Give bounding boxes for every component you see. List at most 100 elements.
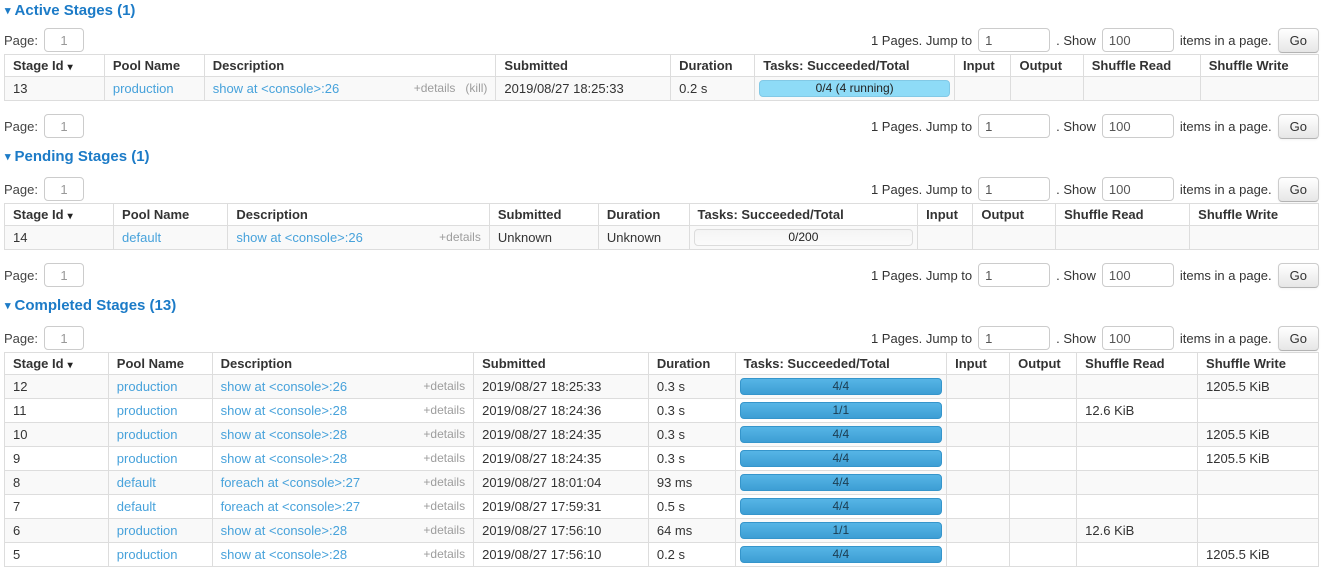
column-header-tasks-succeeded-total[interactable]: Tasks: Succeeded/Total <box>755 55 955 77</box>
column-header-pool-name[interactable]: Pool Name <box>108 353 212 375</box>
column-header-shuffle-read[interactable]: Shuffle Read <box>1077 353 1198 375</box>
description-link[interactable]: show at <console>:26 <box>221 379 347 394</box>
description-link[interactable]: show at <console>:28 <box>221 547 347 562</box>
column-header-tasks-succeeded-total[interactable]: Tasks: Succeeded/Total <box>689 204 918 226</box>
column-header-input[interactable]: Input <box>954 55 1011 77</box>
page-number-input[interactable] <box>44 177 84 201</box>
page-number-input[interactable] <box>44 28 84 52</box>
column-header-description[interactable]: Description <box>228 204 489 226</box>
column-header-pool-name[interactable]: Pool Name <box>104 55 204 77</box>
details-link[interactable]: +details <box>414 81 456 95</box>
header-row: Stage Id▾Pool NameDescriptionSubmittedDu… <box>5 55 1319 77</box>
input-cell <box>947 543 1010 567</box>
section-heading-completed-stages[interactable]: ▾ Completed Stages (13) <box>5 298 1319 314</box>
column-header-submitted[interactable]: Submitted <box>496 55 671 77</box>
column-header-tasks-succeeded-total[interactable]: Tasks: Succeeded/Total <box>735 353 947 375</box>
page-size-input[interactable] <box>1102 326 1174 350</box>
jump-to-page-input[interactable] <box>978 114 1050 138</box>
page-number-input[interactable] <box>44 326 84 350</box>
details-link[interactable]: +details <box>423 547 465 561</box>
page-number-input[interactable] <box>44 114 84 138</box>
column-header-stage-id[interactable]: Stage Id▾ <box>5 353 109 375</box>
go-button[interactable]: Go <box>1278 326 1319 351</box>
active-stages-section: ▾Active Stages (1) Page: 1 Pages. Jump t… <box>4 3 1319 139</box>
description-cell: +details (kill) show at <console>:26 <box>204 77 496 101</box>
pool-name-link[interactable]: default <box>122 230 161 245</box>
stage-row: 9production+detailsshow at <console>:282… <box>5 447 1319 471</box>
section-title: Completed Stages (13) <box>15 297 177 314</box>
pool-name-link[interactable]: default <box>117 475 156 490</box>
description-link[interactable]: show at <console>:26 <box>213 81 339 96</box>
tasks-cell: 4/4 <box>735 471 947 495</box>
column-header-description[interactable]: Description <box>212 353 474 375</box>
page-number-input[interactable] <box>44 263 84 287</box>
column-header-output[interactable]: Output <box>1011 55 1083 77</box>
column-header-shuffle-write[interactable]: Shuffle Write <box>1198 353 1319 375</box>
details-link[interactable]: +details <box>423 451 465 465</box>
pool-name-link[interactable]: production <box>117 379 178 394</box>
column-header-shuffle-write[interactable]: Shuffle Write <box>1200 55 1318 77</box>
description-link[interactable]: show at <console>:28 <box>221 523 347 538</box>
column-header-submitted[interactable]: Submitted <box>474 353 649 375</box>
column-header-submitted[interactable]: Submitted <box>489 204 598 226</box>
pool-name-link[interactable]: production <box>117 547 178 562</box>
column-header-duration[interactable]: Duration <box>598 204 689 226</box>
description-actions: +details <box>423 379 465 393</box>
description-actions: +details <box>423 547 465 561</box>
details-link[interactable]: +details <box>423 427 465 441</box>
details-link[interactable]: +details <box>423 475 465 489</box>
column-header-stage-id[interactable]: Stage Id▾ <box>5 204 114 226</box>
page-size-input[interactable] <box>1102 28 1174 52</box>
column-header-pool-name[interactable]: Pool Name <box>114 204 228 226</box>
tasks-progress-bar: 4/4 <box>740 498 943 515</box>
go-button[interactable]: Go <box>1278 177 1319 202</box>
description-link[interactable]: show at <console>:26 <box>236 230 362 245</box>
column-header-input[interactable]: Input <box>947 353 1010 375</box>
go-button[interactable]: Go <box>1278 263 1319 288</box>
pool-name-link[interactable]: default <box>117 499 156 514</box>
column-header-duration[interactable]: Duration <box>648 353 735 375</box>
section-heading-pending-stages[interactable]: ▾Pending Stages (1) <box>5 149 1319 165</box>
column-header-duration[interactable]: Duration <box>671 55 755 77</box>
column-header-shuffle-read[interactable]: Shuffle Read <box>1056 204 1190 226</box>
column-header-shuffle-write[interactable]: Shuffle Write <box>1190 204 1319 226</box>
column-header-input[interactable]: Input <box>918 204 973 226</box>
description-actions: +details <box>423 475 465 489</box>
jump-to-page-input[interactable] <box>978 28 1050 52</box>
column-header-shuffle-read[interactable]: Shuffle Read <box>1083 55 1200 77</box>
pool-name-link[interactable]: production <box>117 523 178 538</box>
go-button[interactable]: Go <box>1278 114 1319 139</box>
description-link[interactable]: foreach at <console>:27 <box>221 499 361 514</box>
column-header-stage-id[interactable]: Stage Id▾ <box>5 55 105 77</box>
kill-link[interactable]: (kill) <box>465 81 487 95</box>
page-size-input[interactable] <box>1102 263 1174 287</box>
column-header-description[interactable]: Description <box>204 55 496 77</box>
description-link[interactable]: show at <console>:28 <box>221 427 347 442</box>
details-link[interactable]: +details <box>423 499 465 513</box>
stage-id-cell: 13 <box>5 77 105 101</box>
jump-to-page-input[interactable] <box>978 177 1050 201</box>
column-header-output[interactable]: Output <box>1010 353 1077 375</box>
collapse-arrow-icon: ▾ <box>5 300 11 312</box>
column-header-output[interactable]: Output <box>973 204 1056 226</box>
description-link[interactable]: show at <console>:28 <box>221 451 347 466</box>
details-link[interactable]: +details <box>423 523 465 537</box>
section-heading-active-stages[interactable]: ▾Active Stages (1) <box>5 3 1319 19</box>
pool-name-link[interactable]: production <box>117 451 178 466</box>
description-link[interactable]: foreach at <console>:27 <box>221 475 361 490</box>
page-size-input[interactable] <box>1102 114 1174 138</box>
details-link[interactable]: +details <box>423 403 465 417</box>
pool-name-link[interactable]: production <box>117 427 178 442</box>
pending-stages-section: ▾Pending Stages (1) Page: 1 Pages. Jump … <box>4 149 1319 288</box>
pool-name-link[interactable]: production <box>117 403 178 418</box>
jump-to-page-input[interactable] <box>978 263 1050 287</box>
pool-name-link[interactable]: production <box>113 81 174 96</box>
description-link[interactable]: show at <console>:28 <box>221 403 347 418</box>
details-link[interactable]: +details <box>439 230 481 244</box>
jump-to-page-input[interactable] <box>978 326 1050 350</box>
items-label: items in a page. <box>1180 268 1272 283</box>
go-button[interactable]: Go <box>1278 28 1319 53</box>
page-size-input[interactable] <box>1102 177 1174 201</box>
details-link[interactable]: +details <box>423 379 465 393</box>
submitted-cell: 2019/08/27 17:56:10 <box>474 519 649 543</box>
